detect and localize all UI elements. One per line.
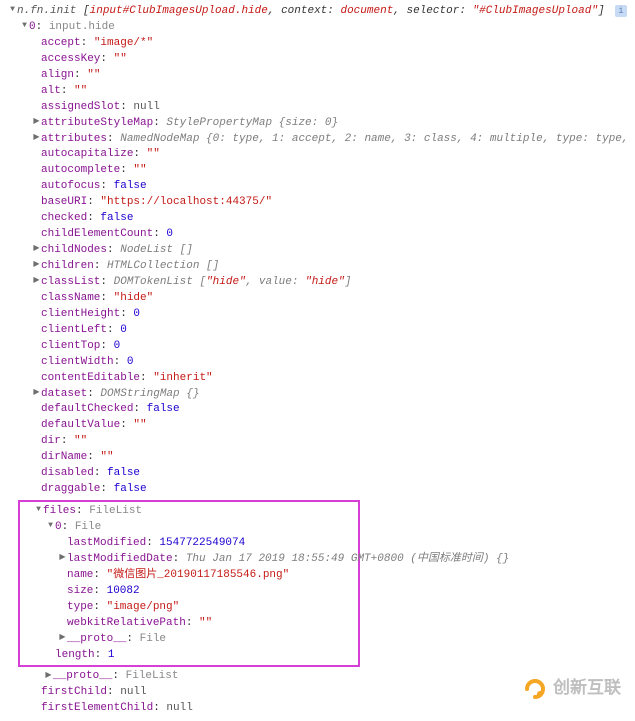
prop-row[interactable]: lastModified: 1547722549074 xyxy=(58,536,358,552)
caret-right-icon[interactable]: ▶ xyxy=(58,632,67,644)
prop-row[interactable]: autocapitalize: "" xyxy=(32,147,627,163)
caret-right-icon[interactable]: ▶ xyxy=(32,275,41,287)
caret-right-icon[interactable]: ▶ xyxy=(58,552,67,564)
files-highlight-box: ▼files: FileList ▼0: File lastModified: … xyxy=(18,500,360,667)
prop-row[interactable]: accept: "image/*" xyxy=(32,36,627,52)
prop-row[interactable]: defaultValue: "" xyxy=(32,418,627,434)
prop-row[interactable]: webkitRelativePath: "" xyxy=(58,616,358,632)
prop-row[interactable]: checked: false xyxy=(32,211,627,227)
prop-row[interactable]: ▶attributes: NamedNodeMap {0: type, 1: a… xyxy=(32,132,627,148)
prop-row[interactable]: ▶children: HTMLCollection [] xyxy=(32,259,627,275)
prop-row[interactable]: alt: "" xyxy=(32,84,627,100)
object-header[interactable]: ▼n.fn.init [input#ClubImagesUpload.hide,… xyxy=(8,4,627,20)
prop-row[interactable]: ▶__proto__: File xyxy=(58,632,358,648)
prop-row[interactable]: ▶childNodes: NodeList [] xyxy=(32,243,627,259)
info-icon[interactable]: i xyxy=(615,5,627,17)
caret-right-icon[interactable]: ▶ xyxy=(32,132,41,144)
prop-row[interactable]: dir: "" xyxy=(32,434,627,450)
prop-row[interactable]: ▶attributeStyleMap: StylePropertyMap {si… xyxy=(32,116,627,132)
prop-row[interactable]: length: 1 xyxy=(46,648,358,664)
caret-right-icon[interactable]: ▶ xyxy=(32,243,41,255)
caret-down-icon[interactable]: ▼ xyxy=(34,504,43,516)
prop-row[interactable]: ▶classList: DOMTokenList ["hide", value:… xyxy=(32,275,627,291)
caret-down-icon[interactable]: ▼ xyxy=(46,520,55,532)
index-0-row[interactable]: ▼0: input.hide xyxy=(20,20,627,36)
prop-row[interactable]: defaultChecked: false xyxy=(32,402,627,418)
prop-row[interactable]: draggable: false xyxy=(32,482,627,498)
prop-row[interactable]: dirName: "" xyxy=(32,450,627,466)
caret-down-icon[interactable]: ▼ xyxy=(8,4,17,16)
caret-down-icon[interactable]: ▼ xyxy=(20,20,29,32)
prop-row[interactable]: type: "image/png" xyxy=(58,600,358,616)
caret-right-icon[interactable]: ▶ xyxy=(44,670,53,682)
file-0-row[interactable]: ▼0: File xyxy=(46,520,358,536)
prop-row[interactable]: autocomplete: "" xyxy=(32,163,627,179)
watermark: 创新互联 xyxy=(523,676,621,701)
prop-row[interactable]: align: "" xyxy=(32,68,627,84)
prop-row[interactable]: assignedSlot: null xyxy=(32,100,627,116)
constructor-name: n.fn.init xyxy=(17,5,83,17)
prop-row[interactable]: ▶dataset: DOMStringMap {} xyxy=(32,387,627,403)
files-row[interactable]: ▼files: FileList xyxy=(34,504,358,520)
caret-right-icon[interactable]: ▶ xyxy=(32,259,41,271)
prop-row[interactable]: firstElementChild: null xyxy=(32,701,627,717)
caret-right-icon[interactable]: ▶ xyxy=(32,387,41,399)
prop-row[interactable]: clientHeight: 0 xyxy=(32,307,627,323)
prop-row[interactable]: disabled: false xyxy=(32,466,627,482)
prop-row[interactable]: clientWidth: 0 xyxy=(32,355,627,371)
prop-row[interactable]: clientTop: 0 xyxy=(32,339,627,355)
prop-row[interactable]: childElementCount: 0 xyxy=(32,227,627,243)
prop-row[interactable]: accessKey: "" xyxy=(32,52,627,68)
prop-row[interactable]: baseURI: "https://localhost:44375/" xyxy=(32,195,627,211)
prop-row[interactable]: size: 10082 xyxy=(58,584,358,600)
prop-row[interactable]: autofocus: false xyxy=(32,179,627,195)
caret-right-icon[interactable]: ▶ xyxy=(32,116,41,128)
logo-icon xyxy=(523,677,547,701)
prop-row[interactable]: clientLeft: 0 xyxy=(32,323,627,339)
prop-row[interactable]: name: "微信图片_20190117185546.png" xyxy=(58,568,358,584)
prop-row[interactable]: className: "hide" xyxy=(32,291,627,307)
element-selector: input#ClubImagesUpload.hide xyxy=(90,5,268,17)
prop-row[interactable]: ▶lastModifiedDate: Thu Jan 17 2019 18:55… xyxy=(58,552,358,568)
prop-row[interactable]: contentEditable: "inherit" xyxy=(32,371,627,387)
